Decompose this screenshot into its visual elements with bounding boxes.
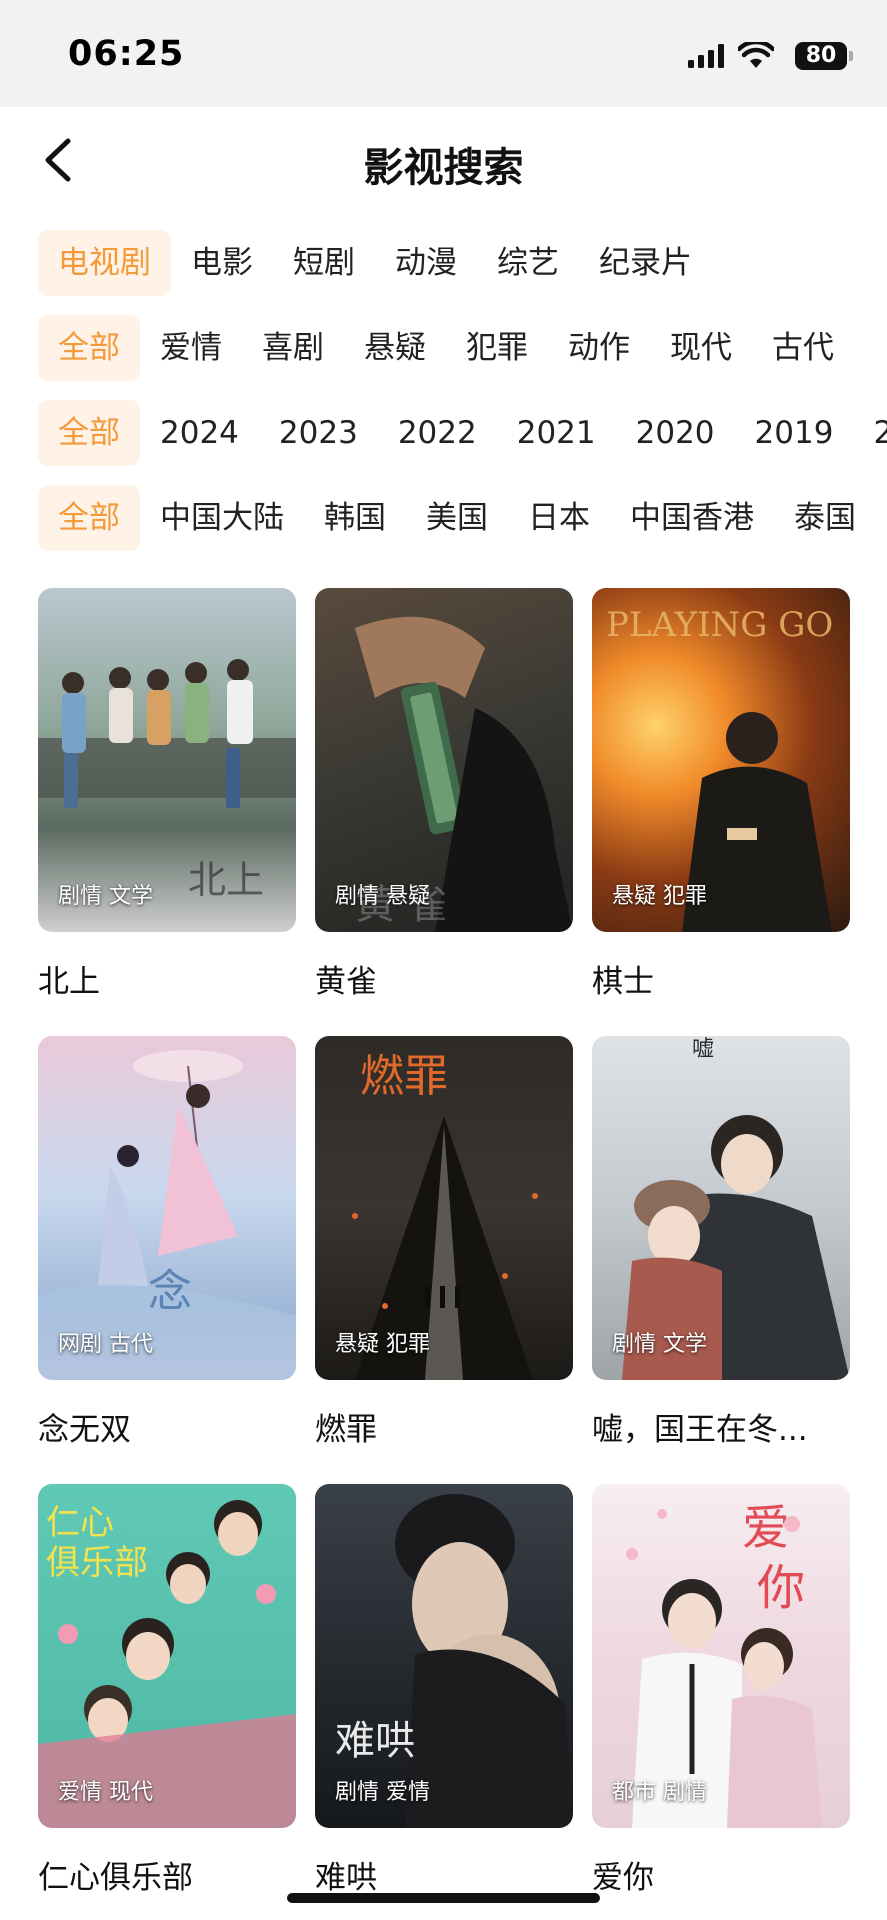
chip-year-2024[interactable]: 2024 [140,400,259,466]
poster-tags: 悬疑 犯罪 [612,884,707,909]
chip-year-2019[interactable]: 2019 [735,400,854,466]
chip-region-korea[interactable]: 韩国 [304,485,406,551]
poster-tags: 爱情 现代 [58,1780,153,1805]
poster-image[interactable]: 嘘 剧情 文学 [592,1036,850,1380]
poster-tags: 网剧 古代 [58,1332,153,1357]
chip-year-2022[interactable]: 2022 [378,400,497,466]
poster-image[interactable]: 念 网剧 古代 [38,1036,296,1380]
svg-text:PLAYING GO: PLAYING GO [606,605,833,645]
chip-genre-romance[interactable]: 爱情 [140,315,242,381]
chip-genre-comedy[interactable]: 喜剧 [242,315,344,381]
card-title[interactable]: 难哄 [315,1852,573,1897]
result-card[interactable]: 难哄 剧情 爱情 难哄 [315,1484,573,1897]
chip-genre-crime[interactable]: 犯罪 [446,315,548,381]
poster-tags: 都市 剧情 [612,1780,707,1805]
svg-text:仁心: 仁心 [46,1503,114,1543]
chip-type-documentary[interactable]: 纪录片 [579,230,712,296]
poster-tags: 剧情 爱情 [335,1780,430,1805]
chip-region-thailand[interactable]: 泰国 [774,485,876,551]
chip-year-all[interactable]: 全部 [38,400,140,466]
signal-icon [688,44,724,68]
card-title[interactable]: 黄雀 [315,956,573,1001]
filter-row-year: 全部 2024 2023 2022 2021 2020 2019 2018 [38,400,887,466]
svg-text:难哄: 难哄 [335,1718,415,1764]
home-indicator[interactable] [287,1893,600,1903]
result-card[interactable]: 北上 剧情 文学 北上 [38,588,296,1001]
svg-text:你: 你 [757,1560,805,1616]
chip-type-movie[interactable]: 电影 [171,230,273,296]
result-card[interactable]: 念 网剧 古代 念无双 [38,1036,296,1449]
poster-image[interactable]: 燃罪 悬疑 犯罪 [315,1036,573,1380]
result-card[interactable]: PLAYING GO 悬疑 犯罪 棋士 [592,588,850,1001]
svg-text:燃罪: 燃罪 [360,1051,448,1102]
poster-image[interactable]: 仁心 俱乐部 爱情 现代 [38,1484,296,1828]
poster-image[interactable]: 难哄 剧情 爱情 [315,1484,573,1828]
chip-genre-ancient[interactable]: 古代 [752,315,854,381]
chip-region-hongkong[interactable]: 中国香港 [610,485,774,551]
nav-bar: 影视搜索 [0,107,887,213]
status-bar: 06:25 80 [0,0,887,107]
card-title[interactable]: 嘘，国王在冬... [592,1404,850,1449]
card-title[interactable]: 念无双 [38,1404,296,1449]
poster-image[interactable]: PLAYING GO 悬疑 犯罪 [592,588,850,932]
poster-image[interactable]: 北上 剧情 文学 [38,588,296,932]
result-card[interactable]: 燃罪 悬疑 犯罪 燃罪 [315,1036,573,1449]
chip-genre-all[interactable]: 全部 [38,315,140,381]
card-title[interactable]: 仁心俱乐部 [38,1852,296,1897]
battery-icon: 80 [795,42,853,70]
chip-year-2023[interactable]: 2023 [259,400,378,466]
poster-tags: 剧情 悬疑 [335,884,430,909]
chip-type-variety[interactable]: 综艺 [477,230,579,296]
card-title[interactable]: 北上 [38,956,296,1001]
chip-type-anime[interactable]: 动漫 [375,230,477,296]
svg-text:念: 念 [148,1266,192,1317]
chip-genre-mystery[interactable]: 悬疑 [344,315,446,381]
svg-text:北上: 北上 [188,858,264,902]
page-title: 影视搜索 [363,145,524,191]
chip-genre-modern[interactable]: 现代 [650,315,752,381]
chip-type-short[interactable]: 短剧 [273,230,375,296]
wifi-icon [738,42,774,68]
chip-year-2018[interactable]: 2018 [853,400,887,466]
poster-tags: 悬疑 犯罪 [335,1332,430,1357]
card-title[interactable]: 爱你 [592,1852,850,1897]
chip-year-2020[interactable]: 2020 [616,400,735,466]
poster-image[interactable]: 爱 你 都市 剧情 [592,1484,850,1828]
result-card[interactable]: 爱 你 都市 剧情 爱你 [592,1484,850,1897]
svg-text:嘘: 嘘 [692,1037,714,1062]
card-title[interactable]: 棋士 [592,956,850,1001]
status-time: 06:25 [68,34,185,74]
chip-year-2021[interactable]: 2021 [497,400,616,466]
card-title[interactable]: 燃罪 [315,1404,573,1449]
chip-region-usa[interactable]: 美国 [406,485,508,551]
chip-type-tv[interactable]: 电视剧 [38,230,171,296]
filter-row-type: 电视剧 电影 短剧 动漫 综艺 纪录片 [38,230,887,296]
poster-image[interactable]: 黄 雀 剧情 悬疑 [315,588,573,932]
result-card[interactable]: 仁心 俱乐部 爱情 现代 仁心俱乐部 [38,1484,296,1897]
result-card[interactable]: 嘘 剧情 文学 嘘，国王在冬... [592,1036,850,1449]
svg-text:俱乐部: 俱乐部 [46,1543,148,1583]
chip-region-mainland[interactable]: 中国大陆 [140,485,304,551]
filter-row-region: 全部 中国大陆 韩国 美国 日本 中国香港 泰国 [38,485,887,551]
chip-region-japan[interactable]: 日本 [508,485,610,551]
poster-tags: 剧情 文学 [58,884,153,909]
svg-text:爱: 爱 [742,1500,790,1556]
poster-tags: 剧情 文学 [612,1332,707,1357]
chip-genre-action[interactable]: 动作 [548,315,650,381]
filter-row-genre: 全部 爱情 喜剧 悬疑 犯罪 动作 现代 古代 [38,315,887,381]
chip-region-all[interactable]: 全部 [38,485,140,551]
result-card[interactable]: 黄 雀 剧情 悬疑 黄雀 [315,588,573,1001]
